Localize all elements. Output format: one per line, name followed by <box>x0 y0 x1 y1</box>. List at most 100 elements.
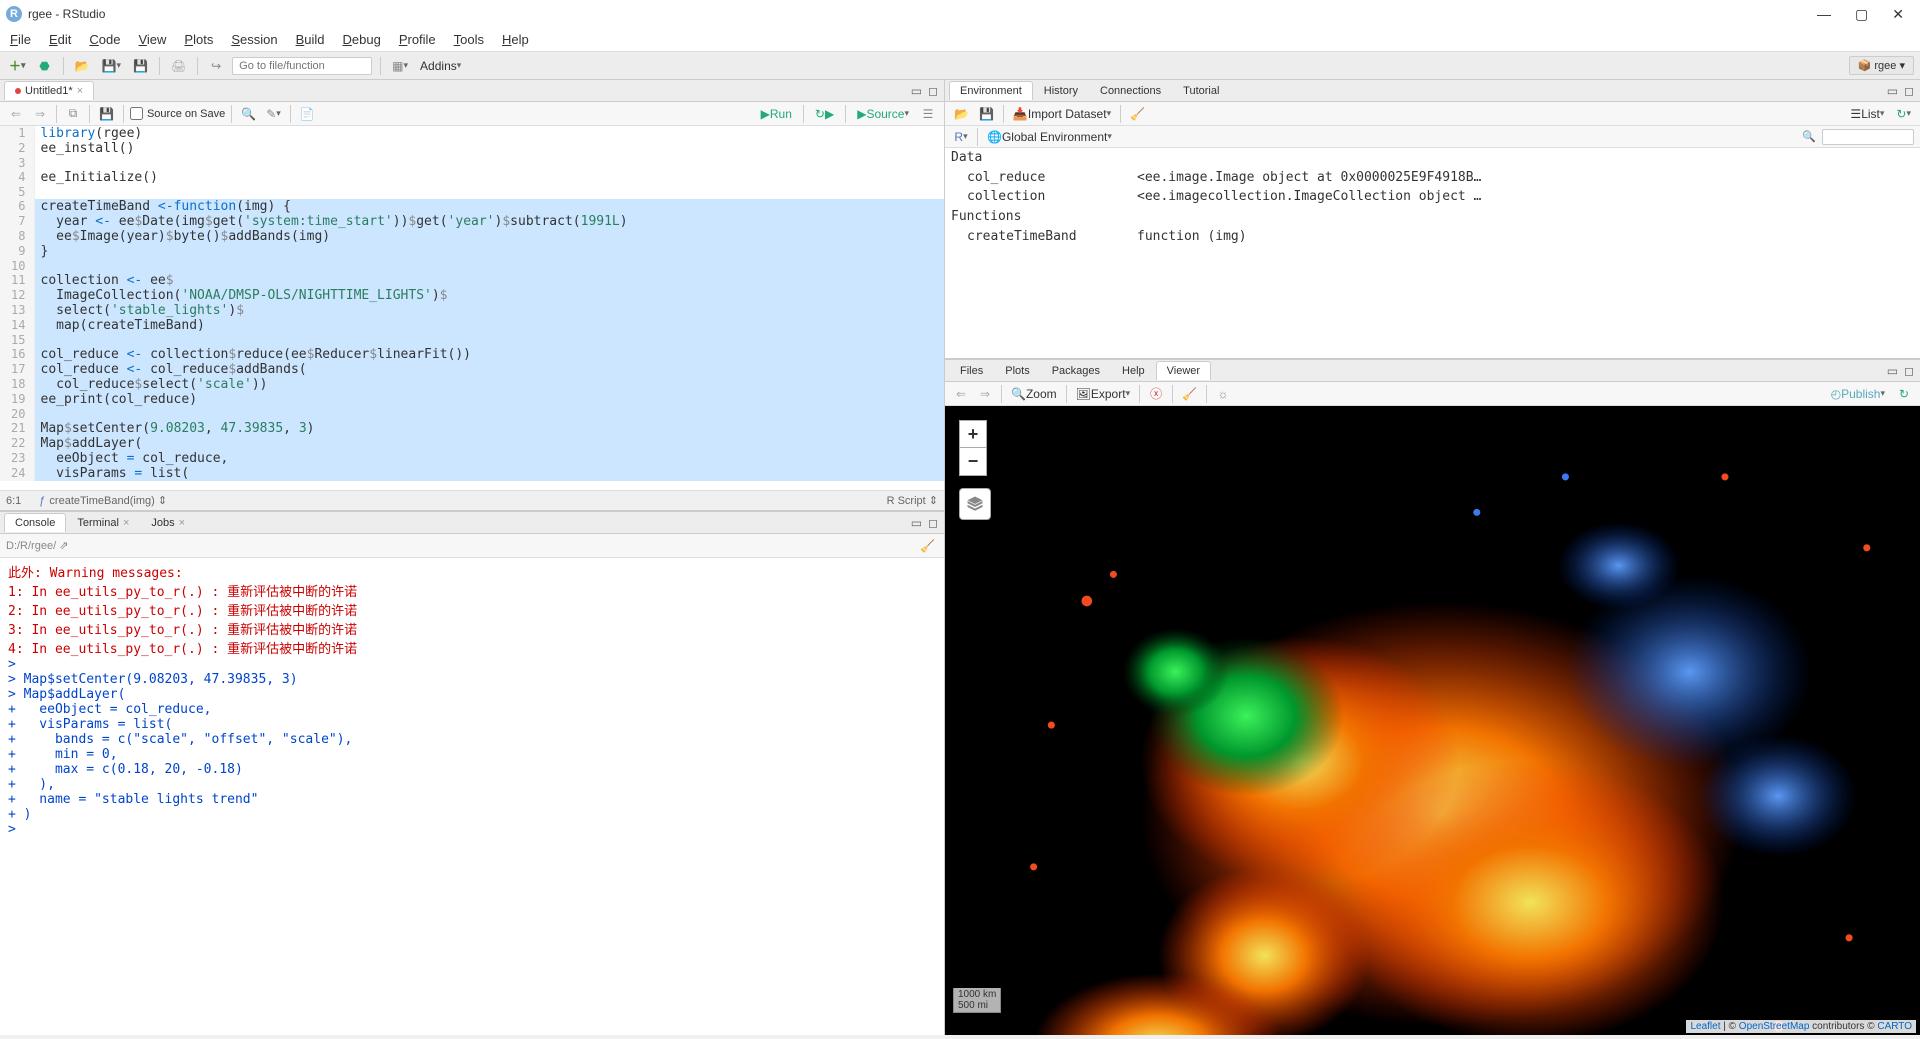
env-row[interactable]: createTimeBandfunction (img) <box>947 228 1918 245</box>
viewer-maximize-button[interactable]: ◻ <box>1904 364 1914 378</box>
console-output[interactable]: 此外: Warning messages:1: In ee_utils_py_t… <box>0 558 944 1035</box>
tab-terminal[interactable]: Terminal × <box>66 513 140 532</box>
attribution-leaflet-link[interactable]: Leaflet <box>1690 1021 1720 1032</box>
console-minimize-button[interactable]: ▭ <box>911 516 922 530</box>
load-workspace-button[interactable]: 📂 <box>951 104 972 124</box>
env-language-selector[interactable]: R <box>951 127 971 147</box>
project-badge[interactable]: 📦 rgee ▾ <box>1849 56 1914 75</box>
import-dataset-button[interactable]: 📥 Import Dataset <box>1010 104 1114 124</box>
open-file-button[interactable]: 📂 <box>72 56 93 76</box>
viewer-refresh-button[interactable]: ↻ <box>1894 384 1914 404</box>
viewer-remove-button[interactable]: ⓧ <box>1146 384 1166 404</box>
env-row[interactable]: collection<ee.imagecollection.ImageColle… <box>947 188 1918 205</box>
new-file-button[interactable]: ＋ <box>6 56 29 76</box>
rstudio-logo-icon: R <box>6 6 22 22</box>
show-new-window-button[interactable]: ⧉ <box>63 104 83 124</box>
menu-plots[interactable]: Plots <box>184 32 213 47</box>
viewer-clear-button[interactable]: 🧹 <box>1179 384 1200 404</box>
source-on-save-checkbox[interactable] <box>130 107 143 120</box>
tab-history[interactable]: History <box>1033 81 1089 100</box>
console-maximize-button[interactable]: ◻ <box>928 516 938 530</box>
save-all-button[interactable]: 💾 <box>130 56 151 76</box>
maximize-button[interactable]: ▢ <box>1855 6 1868 23</box>
forward-button[interactable]: ⇒ <box>30 104 50 124</box>
source-button[interactable]: ▶ Source <box>854 104 912 124</box>
viewer-zoom-button[interactable]: 🔍 Zoom <box>1008 384 1060 404</box>
console-tabbar: Console Terminal × Jobs × ▭ ◻ <box>0 512 944 534</box>
wand-button[interactable]: ✎ <box>263 104 284 124</box>
tab-connections[interactable]: Connections <box>1089 81 1172 100</box>
env-search-input[interactable] <box>1822 129 1914 145</box>
tab-viewer[interactable]: Viewer <box>1156 361 1211 380</box>
save-button[interactable]: 💾 <box>99 56 124 76</box>
env-maximize-button[interactable]: ◻ <box>1904 84 1914 98</box>
viewer-back-button[interactable]: ⇐ <box>951 384 971 404</box>
close-window-button[interactable]: ✕ <box>1892 6 1904 23</box>
zoom-in-button[interactable]: + <box>959 420 987 448</box>
back-button[interactable]: ⇐ <box>6 104 26 124</box>
function-breadcrumb[interactable]: createTimeBand(img) ⇕ <box>49 494 167 507</box>
close-tab-button[interactable]: × <box>77 85 83 97</box>
goto-button[interactable]: ↪ <box>206 56 226 76</box>
working-directory[interactable]: D:/R/rgee/ ⇗ <box>6 539 68 552</box>
print-button[interactable]: 🖨 <box>168 56 189 76</box>
viewer-publish-button[interactable]: ◴ Publish <box>1828 384 1888 404</box>
tab-help[interactable]: Help <box>1111 361 1156 380</box>
tab-jobs[interactable]: Jobs × <box>140 513 196 532</box>
addins-button[interactable]: Addins <box>417 56 464 76</box>
menu-file[interactable]: File <box>10 32 31 47</box>
env-scope-selector[interactable]: 🌐 Global Environment <box>984 127 1115 147</box>
attribution-carto-link[interactable]: CARTO <box>1877 1021 1912 1032</box>
source-on-save-label: Source on Save <box>147 108 225 120</box>
env-row[interactable]: col_reduce<ee.image.Image object at 0x00… <box>947 169 1918 186</box>
tab-files[interactable]: Files <box>949 361 994 380</box>
clear-console-button[interactable]: 🧹 <box>917 536 938 556</box>
menu-build[interactable]: Build <box>296 32 325 47</box>
attribution-osm-link[interactable]: OpenStreetMap <box>1739 1021 1810 1032</box>
tab-tutorial[interactable]: Tutorial <box>1172 81 1230 100</box>
source-language[interactable]: R Script ⇕ <box>887 494 938 507</box>
tab-environment[interactable]: Environment <box>949 81 1033 100</box>
menu-profile[interactable]: Profile <box>399 32 436 47</box>
menu-session[interactable]: Session <box>231 32 277 47</box>
viewer-export-button[interactable]: 🖼 Export <box>1073 384 1133 404</box>
source-tabbar: Untitled1* × ▭ ◻ <box>0 80 944 102</box>
minimize-button[interactable]: — <box>1817 6 1831 23</box>
viewer-minimize-button[interactable]: ▭ <box>1887 364 1898 378</box>
menubar: File Edit Code View Plots Session Build … <box>0 28 1920 52</box>
layers-button[interactable] <box>959 488 991 520</box>
viewer-body[interactable]: + − 1000 km 500 mi Leaflet | © OpenStree… <box>945 406 1920 1035</box>
menu-code[interactable]: Code <box>89 32 120 47</box>
rerun-button[interactable]: ↻▶ <box>812 104 837 124</box>
clear-env-button[interactable]: 🧹 <box>1127 104 1148 124</box>
minimize-pane-button[interactable]: ▭ <box>911 84 922 98</box>
menu-tools[interactable]: Tools <box>454 32 484 47</box>
goto-file-input[interactable] <box>232 57 372 75</box>
console-pane: Console Terminal × Jobs × ▭ ◻ D:/R/rgee/… <box>0 510 944 1035</box>
menu-help[interactable]: Help <box>502 32 529 47</box>
code-editor[interactable]: 1library(rgee)2ee_install()34ee_Initiali… <box>0 126 944 490</box>
view-mode-button[interactable]: ☰ List <box>1847 104 1887 124</box>
grid-button[interactable]: ▦ <box>389 56 411 76</box>
source-tab-untitled1[interactable]: Untitled1* × <box>4 81 94 100</box>
viewer-forward-button[interactable]: ⇒ <box>975 384 995 404</box>
outline-button[interactable]: ☰ <box>918 104 938 124</box>
find-button[interactable]: 🔍 <box>238 104 259 124</box>
zoom-out-button[interactable]: − <box>959 448 987 476</box>
refresh-env-button[interactable]: ↻ <box>1893 104 1914 124</box>
menu-debug[interactable]: Debug <box>343 32 381 47</box>
env-minimize-button[interactable]: ▭ <box>1887 84 1898 98</box>
menu-view[interactable]: View <box>138 32 166 47</box>
tab-packages[interactable]: Packages <box>1041 361 1111 380</box>
maximize-pane-button[interactable]: ◻ <box>928 84 938 98</box>
compile-report-button[interactable]: 📄 <box>297 104 318 124</box>
save-workspace-button[interactable]: 💾 <box>976 104 997 124</box>
tab-console[interactable]: Console <box>4 513 66 532</box>
map-canvas[interactable] <box>945 406 1920 1035</box>
new-project-button[interactable]: ⬣ <box>35 56 55 76</box>
save-source-button[interactable]: 💾 <box>96 104 117 124</box>
viewer-sync-button[interactable]: ☼ <box>1213 384 1233 404</box>
tab-plots[interactable]: Plots <box>994 361 1040 380</box>
menu-edit[interactable]: Edit <box>49 32 71 47</box>
run-button[interactable]: ▶ Run <box>758 104 795 124</box>
